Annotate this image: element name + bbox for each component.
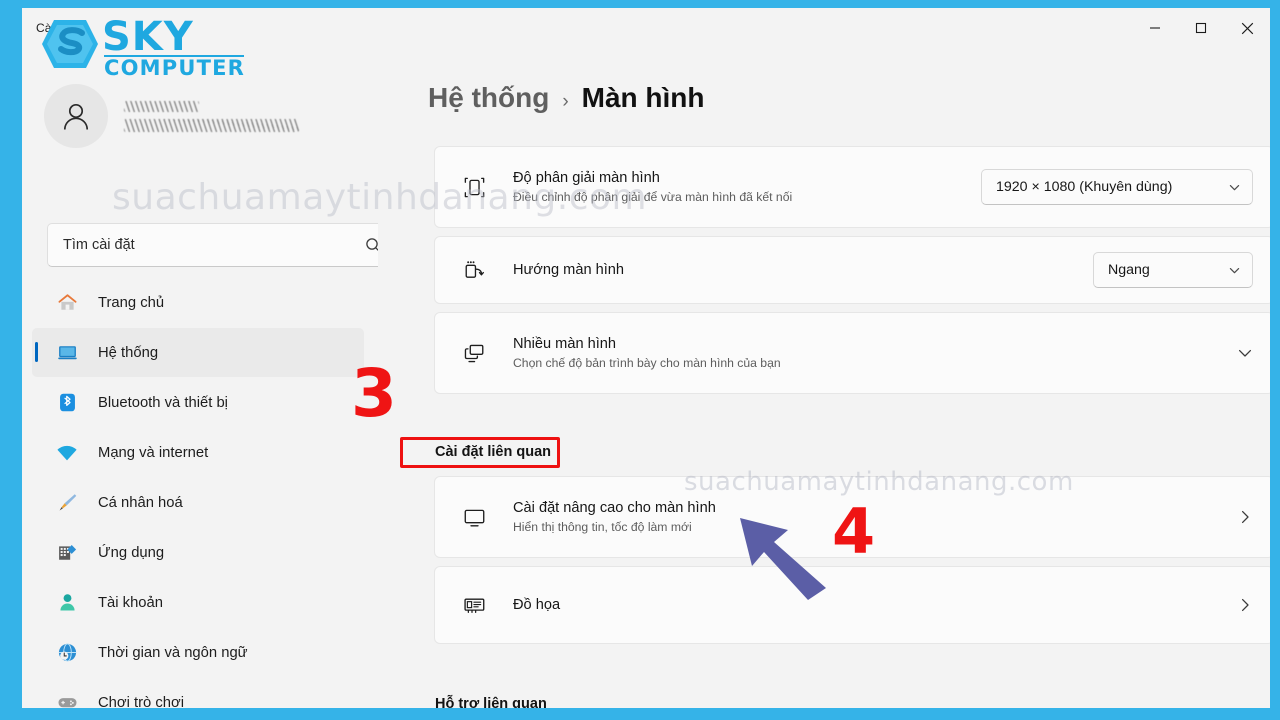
wifi-icon (56, 442, 78, 464)
user-profile[interactable] (44, 84, 299, 148)
setting-row-orientation[interactable]: Hướng màn hình Ngang (434, 236, 1270, 304)
sidebar-item-mang[interactable]: Mạng và internet (32, 428, 364, 477)
resolution-icon (457, 175, 491, 200)
breadcrumb-separator-icon: › (562, 91, 569, 112)
avatar (44, 84, 108, 148)
account-icon (56, 592, 78, 614)
search-input[interactable]: Tìm cài đặt (47, 223, 395, 267)
graphics-text: Đồ họa (513, 596, 1237, 614)
apps-icon (56, 542, 78, 564)
sidebar-item-ung-dung[interactable]: Ứng dụng (32, 528, 364, 577)
chevron-right-icon[interactable] (1237, 597, 1253, 613)
screen: Cài đặt (0, 0, 1280, 720)
setting-subtitle: Chọn chế độ bản trình bày cho màn hình c… (513, 355, 781, 370)
gaming-icon (56, 692, 78, 709)
window-controls (1132, 8, 1270, 48)
sidebar-item-tai-khoan[interactable]: Tài khoản (32, 578, 364, 627)
annotation-cursor-arrow (740, 518, 826, 600)
sidebar-item-label: Trang chủ (98, 294, 165, 311)
page-title: Màn hình (581, 82, 705, 113)
resolution-text: Độ phân giải màn hình Điều chỉnh độ phân… (513, 169, 981, 205)
time-language-icon (56, 642, 78, 664)
sidebar: Tìm cài đặt Trang chủ Hệ thống Bluetooth… (22, 48, 395, 708)
setting-row-graphics[interactable]: Đồ họa (434, 566, 1270, 644)
user-identity-redacted (124, 100, 299, 132)
orientation-value: Ngang (1108, 262, 1150, 278)
sidebar-item-label: Cá nhân hoá (98, 494, 183, 511)
sidebar-item-label: Tài khoản (98, 594, 163, 611)
system-icon (56, 342, 78, 364)
sidebar-item-label: Bluetooth và thiết bị (98, 394, 228, 411)
sidebar-item-ca-nhan-hoa[interactable]: Cá nhân hoá (32, 478, 364, 527)
breadcrumb-parent[interactable]: Hệ thống (428, 82, 549, 114)
close-button[interactable] (1224, 8, 1270, 48)
resolution-dropdown[interactable]: 1920 × 1080 (Khuyên dùng) (981, 169, 1253, 205)
sidebar-item-thoi-gian[interactable]: Thời gian và ngôn ngữ (32, 628, 364, 677)
logo-mark-icon (42, 20, 98, 68)
orientation-text: Hướng màn hình (513, 261, 1093, 279)
minimize-button[interactable] (1132, 8, 1178, 48)
setting-subtitle: Điều chỉnh độ phân giải để vừa màn hình … (513, 189, 793, 204)
resolution-value: 1920 × 1080 (Khuyên dùng) (996, 179, 1173, 195)
setting-row-multiple-displays[interactable]: Nhiều màn hình Chọn chế độ bản trình bày… (434, 312, 1270, 394)
setting-title: Hướng màn hình (513, 261, 625, 278)
sidebar-item-choi-tro-choi[interactable]: Chơi trò chơi (32, 678, 364, 708)
chevron-right-icon[interactable] (1237, 509, 1253, 525)
setting-title: Nhiều màn hình (513, 335, 617, 352)
chevron-down-icon (1228, 181, 1241, 194)
brush-icon (56, 492, 78, 514)
related-support-heading: Hỗ trợ liên quan (435, 696, 547, 708)
logo-text-computer: COMPUTER (104, 56, 246, 80)
user-name-redacted (124, 100, 199, 112)
sidebar-item-label: Chơi trò chơi (98, 694, 185, 709)
setting-title: Cài đặt nâng cao cho màn hình (513, 499, 716, 516)
orientation-dropdown[interactable]: Ngang (1093, 252, 1253, 288)
sidebar-nav: Trang chủ Hệ thống Bluetooth và thiết bị… (22, 278, 378, 708)
highlight-box-related-settings (400, 437, 560, 468)
sidebar-item-bluetooth[interactable]: Bluetooth và thiết bị (32, 378, 364, 427)
chevron-down-icon (1228, 264, 1241, 277)
sidebar-item-trang-chu[interactable]: Trang chủ (32, 278, 364, 327)
sidebar-item-label: Hệ thống (98, 344, 159, 361)
home-icon (56, 292, 78, 314)
sidebar-item-he-thong[interactable]: Hệ thống (32, 328, 364, 377)
bluetooth-icon (56, 392, 78, 414)
monitor-icon (457, 505, 491, 530)
sidebar-item-label: Ứng dụng (98, 544, 165, 561)
logo-text-sky: SKY (102, 14, 194, 60)
search-placeholder: Tìm cài đặt (63, 237, 135, 253)
chevron-down-icon[interactable] (1237, 345, 1253, 361)
main-content: Hệ thống › Màn hình Độ phân giải màn hìn… (378, 48, 1270, 708)
annotation-step-3: 3 (351, 355, 397, 432)
graphics-card-icon (457, 593, 491, 618)
sky-computer-logo: SKY COMPUTER (38, 14, 244, 80)
setting-row-resolution[interactable]: Độ phân giải màn hình Điều chỉnh độ phân… (434, 146, 1270, 228)
orientation-icon (457, 258, 491, 283)
multiple-displays-icon (457, 341, 491, 366)
settings-window: Cài đặt (22, 8, 1270, 708)
setting-title: Đồ họa (513, 596, 561, 613)
sidebar-item-label: Mạng và internet (98, 444, 209, 461)
setting-title: Độ phân giải màn hình (513, 169, 660, 186)
breadcrumb: Hệ thống › Màn hình (428, 82, 705, 114)
maximize-button[interactable] (1178, 8, 1224, 48)
multiple-displays-text: Nhiều màn hình Chọn chế độ bản trình bày… (513, 335, 1227, 371)
sidebar-item-label: Thời gian và ngôn ngữ (98, 644, 248, 661)
user-email-redacted (124, 118, 299, 132)
